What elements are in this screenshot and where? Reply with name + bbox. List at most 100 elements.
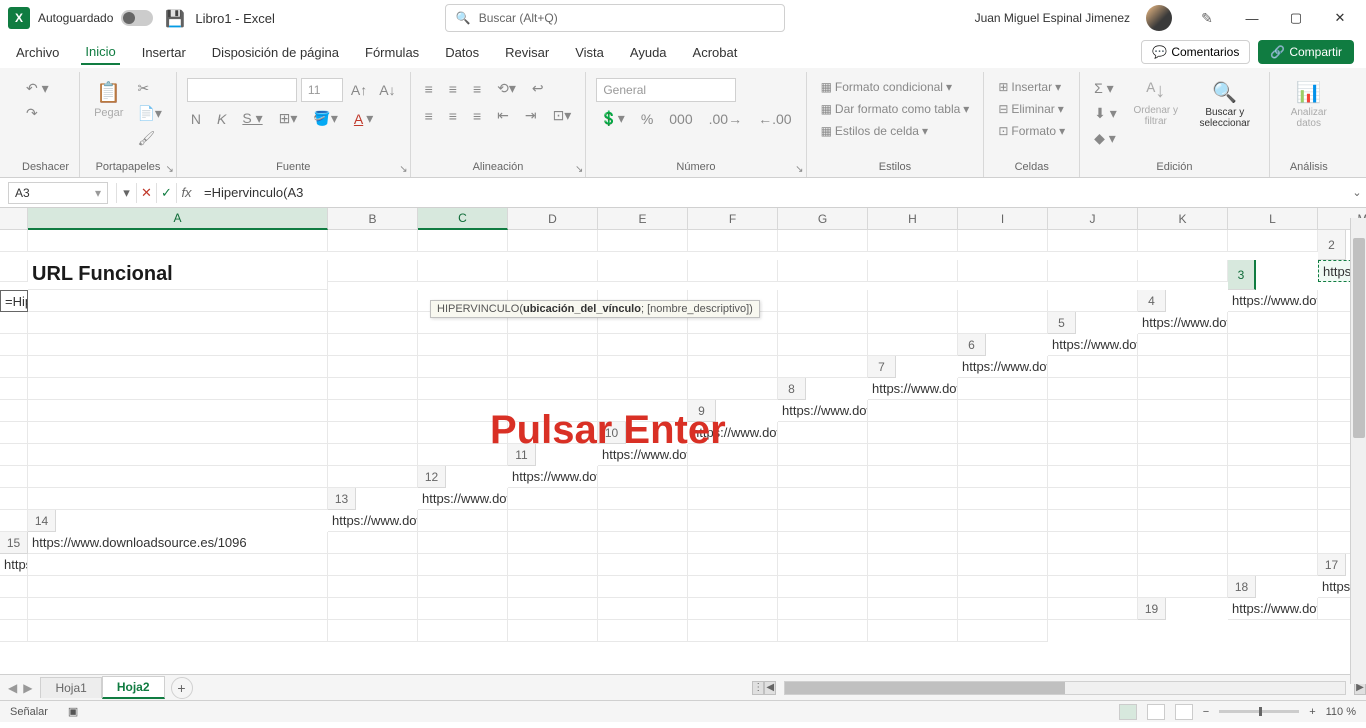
font-name-input[interactable] bbox=[187, 78, 297, 102]
formula-expand-icon[interactable]: ⌄ bbox=[1348, 186, 1366, 199]
cell-L7[interactable] bbox=[598, 378, 688, 400]
cell-D18[interactable] bbox=[28, 598, 328, 620]
format-cells-button[interactable]: ⊡ Formato ▾ bbox=[994, 122, 1069, 140]
cell-A6[interactable]: https://www.downloadsource.es/288 bbox=[1048, 334, 1138, 356]
cell-E15[interactable] bbox=[598, 532, 688, 554]
cell-A16[interactable]: https://www.downloadsource.es/1130 bbox=[0, 554, 28, 576]
cell-J10[interactable] bbox=[0, 444, 28, 466]
font-size-input[interactable]: 11 bbox=[301, 78, 343, 102]
cell-D12[interactable] bbox=[778, 466, 868, 488]
cell-J5[interactable] bbox=[598, 334, 688, 356]
cell-I9[interactable] bbox=[0, 422, 28, 444]
cell-H6[interactable] bbox=[328, 356, 418, 378]
tab-insert[interactable]: Insertar bbox=[138, 41, 190, 64]
touch-mode-icon[interactable]: ✎ bbox=[1198, 9, 1216, 27]
cell-L12[interactable] bbox=[0, 488, 28, 510]
undo-button[interactable]: ↶ ▾ bbox=[22, 78, 53, 99]
fill-button[interactable]: ⬇ ▾ bbox=[1090, 103, 1121, 124]
tab-layout[interactable]: Disposición de página bbox=[208, 41, 343, 64]
cell-K18[interactable] bbox=[868, 598, 958, 620]
cell-M1[interactable] bbox=[1228, 230, 1318, 252]
cell-K17[interactable] bbox=[958, 576, 1048, 598]
align-bottom-button[interactable]: ≡ bbox=[469, 78, 485, 99]
cell-B13[interactable] bbox=[508, 488, 598, 510]
cell-D15[interactable] bbox=[508, 532, 598, 554]
cell-K9[interactable] bbox=[328, 422, 418, 444]
cell-K5[interactable] bbox=[688, 334, 778, 356]
cell-C6[interactable] bbox=[1228, 334, 1318, 356]
cell-D3[interactable] bbox=[28, 290, 328, 312]
copy-button[interactable]: 📄▾ bbox=[133, 103, 165, 124]
cell-D11[interactable] bbox=[868, 444, 958, 466]
cell-G1[interactable] bbox=[688, 230, 778, 252]
cell-A12[interactable]: https://www.downloadsource.es/1080 bbox=[508, 466, 598, 488]
cell-styles-button[interactable]: ▦ Estilos de celda ▾ bbox=[817, 122, 974, 140]
cell-G11[interactable] bbox=[1138, 444, 1228, 466]
redo-button[interactable]: ↷ bbox=[22, 103, 53, 124]
cell-D2[interactable] bbox=[328, 260, 418, 282]
cell-B1[interactable] bbox=[28, 230, 328, 252]
cell-G2[interactable] bbox=[598, 260, 688, 282]
cell-K19[interactable] bbox=[778, 620, 868, 642]
cell-H18[interactable] bbox=[598, 598, 688, 620]
view-pagebreak-button[interactable] bbox=[1175, 704, 1193, 720]
row-header-13[interactable]: 13 bbox=[328, 488, 356, 510]
cell-H16[interactable] bbox=[778, 554, 868, 576]
cell-J9[interactable] bbox=[28, 422, 328, 444]
row-header-8[interactable]: 8 bbox=[778, 378, 806, 400]
cell-D13[interactable] bbox=[688, 488, 778, 510]
cell-M18[interactable] bbox=[1048, 598, 1138, 620]
close-button[interactable]: ✕ bbox=[1322, 0, 1358, 36]
cell-K4[interactable] bbox=[778, 312, 868, 334]
cell-C11[interactable] bbox=[778, 444, 868, 466]
row-header-4[interactable]: 4 bbox=[1138, 290, 1166, 312]
align-left-button[interactable]: ≡ bbox=[421, 105, 437, 126]
cell-K7[interactable] bbox=[508, 378, 598, 400]
cell-M3[interactable] bbox=[1048, 290, 1138, 312]
cell-J18[interactable] bbox=[778, 598, 868, 620]
horizontal-scrollbar[interactable] bbox=[784, 681, 1346, 695]
orientation-button[interactable]: ⟲▾ bbox=[493, 78, 520, 99]
cell-L19[interactable] bbox=[868, 620, 958, 642]
cell-H19[interactable] bbox=[508, 620, 598, 642]
cell-G17[interactable] bbox=[598, 576, 688, 598]
cell-F15[interactable] bbox=[688, 532, 778, 554]
cell-M19[interactable] bbox=[958, 620, 1048, 642]
cell-A15[interactable]: https://www.downloadsource.es/1096 bbox=[28, 532, 328, 554]
cell-D17[interactable] bbox=[328, 576, 418, 598]
cell-M16[interactable] bbox=[1228, 554, 1318, 576]
col-header-B[interactable]: B bbox=[328, 208, 418, 230]
cell-J15[interactable] bbox=[1048, 532, 1138, 554]
cell-G19[interactable] bbox=[418, 620, 508, 642]
cell-J2[interactable] bbox=[868, 260, 958, 282]
cell-E13[interactable] bbox=[778, 488, 868, 510]
formula-input[interactable]: =Hipervinculo(A3 bbox=[196, 185, 1348, 200]
cell-D8[interactable] bbox=[1138, 378, 1228, 400]
clear-button[interactable]: ◆ ▾ bbox=[1090, 128, 1121, 149]
cell-J16[interactable] bbox=[958, 554, 1048, 576]
cell-B16[interactable] bbox=[28, 554, 328, 576]
cell-L10[interactable] bbox=[328, 444, 418, 466]
add-sheet-button[interactable]: + bbox=[171, 677, 193, 699]
zoom-out-button[interactable]: − bbox=[1203, 706, 1209, 718]
cell-F19[interactable] bbox=[328, 620, 418, 642]
align-top-button[interactable]: ≡ bbox=[421, 78, 437, 99]
cell-K14[interactable] bbox=[1228, 510, 1318, 532]
cell-B12[interactable] bbox=[598, 466, 688, 488]
fill-color-button[interactable]: 🪣▾ bbox=[309, 108, 341, 129]
cut-button[interactable]: ✂ bbox=[133, 78, 165, 99]
cell-H8[interactable] bbox=[0, 400, 28, 422]
bold-button[interactable]: N bbox=[187, 108, 205, 129]
cell-G7[interactable] bbox=[0, 378, 28, 400]
cell-H11[interactable] bbox=[1228, 444, 1318, 466]
find-select-button[interactable]: 🔍Buscar y seleccionar bbox=[1191, 78, 1259, 131]
tab-home[interactable]: Inicio bbox=[81, 40, 119, 65]
cell-C9[interactable] bbox=[958, 400, 1048, 422]
cell-I15[interactable] bbox=[958, 532, 1048, 554]
cell-J17[interactable] bbox=[868, 576, 958, 598]
cell-F1[interactable] bbox=[598, 230, 688, 252]
row-header-14[interactable]: 14 bbox=[28, 510, 56, 532]
table-format-button[interactable]: ▦ Dar formato como tabla ▾ bbox=[817, 100, 974, 118]
cell-F6[interactable] bbox=[0, 356, 28, 378]
cell-F17[interactable] bbox=[508, 576, 598, 598]
